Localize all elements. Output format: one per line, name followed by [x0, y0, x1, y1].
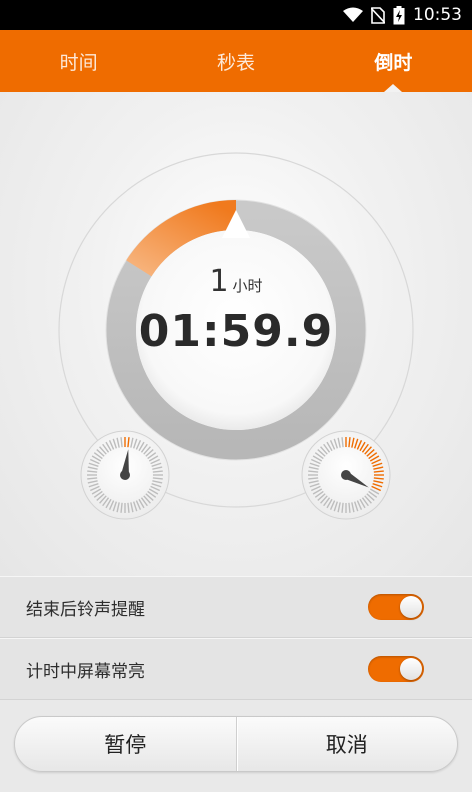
tab-clock[interactable]: 时间	[0, 30, 157, 92]
tab-bar: 时间 秒表 倒时	[0, 30, 472, 92]
tab-label: 倒时	[374, 51, 413, 74]
left-sub-dial	[80, 430, 170, 520]
action-button-group: 暂停 取消	[14, 716, 458, 772]
setting-keep-screen-on: 计时中屏幕常亮	[0, 638, 472, 700]
keep-screen-on-toggle[interactable]	[368, 656, 424, 682]
hours-unit: 小时	[232, 277, 263, 295]
active-tab-indicator	[384, 84, 403, 92]
battery-charging-icon	[393, 5, 405, 25]
settings-list: 结束后铃声提醒 计时中屏幕常亮	[0, 576, 472, 700]
status-bar: 10:53	[0, 0, 472, 30]
tab-stopwatch[interactable]: 秒表	[157, 30, 314, 92]
toggle-knob	[400, 658, 422, 680]
status-time: 10:53	[413, 5, 462, 25]
setting-label: 计时中屏幕常亮	[26, 661, 145, 682]
toggle-knob	[400, 596, 422, 618]
countdown-timer-area: 1 小时 01:59.9	[0, 92, 472, 576]
cancel-button[interactable]: 取消	[237, 717, 458, 771]
setting-label: 结束后铃声提醒	[26, 599, 145, 620]
no-sim-icon	[371, 6, 385, 24]
pause-button[interactable]: 暂停	[15, 717, 236, 771]
right-sub-dial	[301, 430, 391, 520]
bottom-action-bar: 暂停 取消	[0, 700, 472, 792]
tab-label: 秒表	[216, 51, 255, 74]
tab-label: 时间	[59, 51, 98, 74]
tab-countdown[interactable]: 倒时	[315, 30, 472, 92]
ring-reminder-toggle[interactable]	[368, 594, 424, 620]
hours-row: 1 小时	[0, 264, 472, 299]
wifi-icon	[343, 7, 363, 23]
setting-ring-reminder: 结束后铃声提醒	[0, 576, 472, 638]
countdown-time: 01:59.9	[138, 306, 334, 357]
hours-value: 1	[209, 264, 229, 299]
